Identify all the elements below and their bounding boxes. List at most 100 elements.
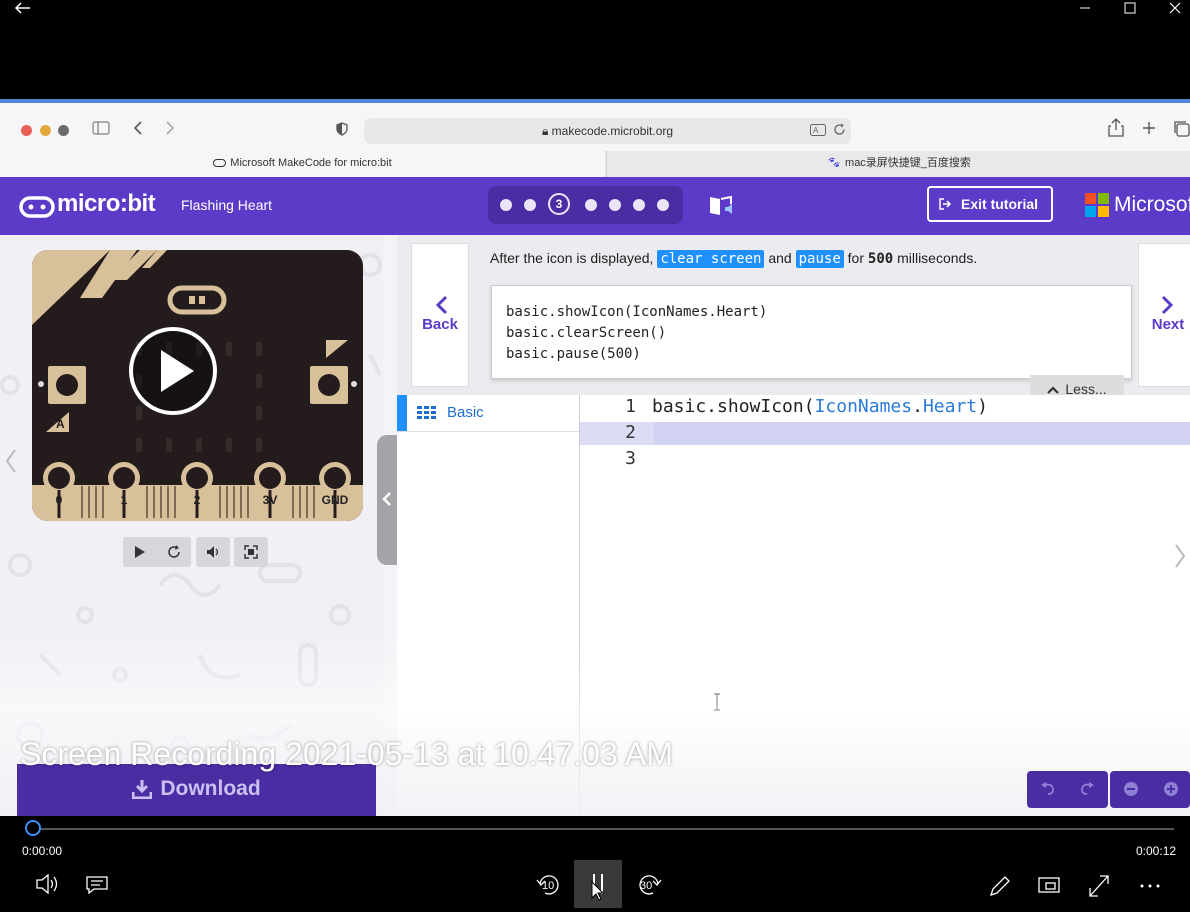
seek-bar[interactable] (34, 828, 1174, 830)
button-a-label: A (56, 417, 65, 431)
url-text: makecode.microbit.org (551, 124, 674, 138)
volume-icon[interactable] (34, 866, 62, 906)
code-token: ) (977, 396, 988, 417)
nav-back-icon[interactable] (132, 121, 144, 135)
exit-tutorial-button[interactable]: Exit tutorial (927, 186, 1053, 222)
microbit-board[interactable]: 0 1 2 3V GND A B (32, 250, 363, 521)
reload-icon[interactable] (833, 123, 846, 136)
baidu-paw-icon: 🐾︎ (827, 157, 842, 169)
step-dot[interactable] (500, 199, 512, 211)
tutorial-card: Back After the icon is displayed, clear … (397, 235, 1190, 403)
code-token: Heart (922, 396, 978, 417)
fullscreen-icon[interactable] (1086, 866, 1112, 906)
immersive-reader-icon[interactable] (708, 193, 736, 217)
restart-icon[interactable] (167, 545, 181, 559)
sim-sound-button[interactable] (196, 537, 230, 567)
minimize-icon[interactable] (1070, 0, 1100, 18)
step-dot[interactable] (609, 199, 621, 211)
svg-text:A: A (813, 126, 819, 135)
collapse-simulator-button[interactable] (377, 435, 397, 565)
undo-icon[interactable] (1040, 782, 1056, 796)
tab-makecode[interactable]: Microsoft MakeCode for micro:bit (0, 151, 605, 177)
next-label: Next (1151, 316, 1185, 333)
seek-thumb[interactable] (25, 820, 41, 836)
captions-icon[interactable] (84, 866, 112, 906)
play-icon[interactable] (134, 546, 146, 558)
new-tab-icon[interactable] (1142, 121, 1156, 135)
minimize-dot-icon[interactable] (40, 125, 51, 136)
code-line: basic.pause(500) (506, 346, 641, 362)
edit-pen-icon[interactable] (986, 866, 1012, 906)
exit-icon (938, 197, 952, 211)
current-step[interactable]: 3 (548, 193, 570, 215)
line-number: 2 (625, 422, 636, 443)
undo-redo-group (1027, 771, 1108, 808)
tutorial-code-snippet: basic.showIcon(IconNames.Heart) basic.cl… (491, 285, 1132, 379)
back-icon[interactable] (8, 0, 36, 20)
browser-toolbar: 🔒︎ makecode.microbit.org A (0, 99, 1190, 151)
code-token: . (912, 396, 923, 417)
skip-back-label: 10 (542, 880, 555, 892)
microbit-logo-text[interactable]: micro:bit (57, 190, 156, 218)
instruction-text: for (847, 250, 864, 266)
highlight-pause[interactable]: pause (795, 250, 844, 268)
instruction-text: and (768, 250, 792, 266)
skip-back-button[interactable]: 10 (534, 866, 564, 906)
toolbox-category-basic[interactable]: Basic (397, 395, 579, 432)
chevron-up-icon (1047, 385, 1060, 395)
chevron-left-icon (381, 491, 393, 507)
sim-fullscreen-button[interactable] (234, 537, 268, 567)
tutorial-next-button[interactable]: Next (1138, 243, 1190, 387)
grid-icon (417, 406, 437, 420)
tab-label: mac录屏快捷键_百度搜索 (845, 157, 971, 169)
close-icon[interactable] (1160, 0, 1190, 18)
microbit-logo-icon[interactable] (19, 196, 55, 218)
skip-forward-label: 30 (640, 880, 653, 892)
translate-icon[interactable]: A (810, 124, 826, 136)
project-title: Flashing Heart (181, 197, 273, 213)
more-options-icon[interactable] (1136, 866, 1164, 906)
tab-baidu[interactable]: 🐾︎ mac录屏快捷键_百度搜索 (606, 151, 1190, 177)
button-b-label: B (327, 338, 336, 352)
maximize-icon[interactable] (1116, 0, 1144, 18)
mini-view-icon[interactable] (1036, 866, 1062, 906)
code-line: basic.clearScreen() (506, 325, 667, 341)
zoom-dot-icon[interactable] (58, 125, 69, 136)
sim-play-restart-group (123, 537, 191, 567)
chevron-left-icon (412, 294, 468, 316)
microsoft-logo-icon[interactable] (1085, 193, 1109, 217)
code-line-1[interactable]: basic.showIcon(IconNames.Heart) (652, 396, 988, 417)
pin-3v-label: 3V (262, 493, 278, 507)
share-icon[interactable] (1107, 118, 1125, 138)
total-time: 0:00:12 (1136, 844, 1177, 858)
tutorial-back-button[interactable]: Back (411, 243, 469, 387)
category-color-bar (397, 395, 407, 431)
lock-icon: 🔒︎ (541, 124, 549, 138)
chevron-right-icon (1139, 294, 1190, 316)
speaker-icon (206, 545, 220, 559)
nav-forward-icon[interactable] (164, 121, 176, 135)
simulator-controls (123, 537, 268, 567)
close-dot-icon[interactable] (21, 125, 32, 136)
step-dot[interactable] (524, 199, 536, 211)
step-dot[interactable] (633, 199, 645, 211)
current-time: 0:00:00 (22, 844, 63, 858)
sidebar-icon[interactable] (92, 121, 110, 135)
address-bar[interactable]: 🔒︎ makecode.microbit.org (364, 118, 851, 144)
chevron-right-icon[interactable] (1173, 543, 1187, 569)
chevron-left-icon[interactable] (4, 448, 18, 474)
shield-icon[interactable] (336, 122, 348, 136)
step-dot[interactable] (585, 199, 597, 211)
tutorial-step-indicator: 3 (488, 186, 683, 224)
highlight-clear-screen[interactable]: clear screen (657, 250, 765, 268)
step-dot[interactable] (657, 199, 669, 211)
zoom-out-icon[interactable] (1124, 782, 1138, 796)
zoom-in-icon[interactable] (1164, 782, 1178, 796)
tab-overview-icon[interactable] (1174, 121, 1190, 137)
instruction-text: milliseconds. (897, 250, 978, 266)
microsoft-brand-text: Microsoft (1114, 193, 1190, 216)
zoom-group (1110, 771, 1190, 808)
pause-button[interactable] (574, 860, 622, 908)
skip-forward-button[interactable]: 30 (634, 866, 664, 906)
redo-icon[interactable] (1079, 782, 1095, 796)
